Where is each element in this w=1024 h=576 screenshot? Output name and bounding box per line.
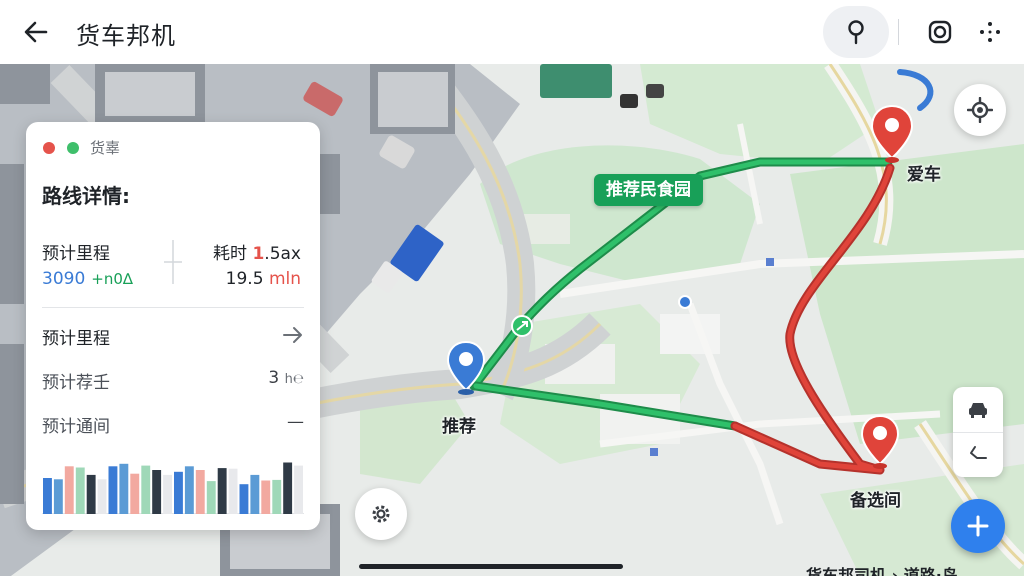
chart-bar bbox=[53, 479, 63, 514]
chart-bar bbox=[152, 470, 162, 514]
expand-dot[interactable] bbox=[67, 142, 79, 154]
duration-unit: mln bbox=[268, 269, 301, 289]
duration-label-suffix: .5ax bbox=[264, 244, 301, 264]
start-pin-icon[interactable] bbox=[446, 340, 486, 396]
duration-label-highlight: 1 bbox=[252, 244, 265, 264]
car-icon bbox=[969, 402, 987, 418]
row-estimated-time[interactable]: 预计荐壬 3 h℮ bbox=[42, 364, 304, 394]
close-dot[interactable] bbox=[43, 142, 55, 154]
chart-bar bbox=[217, 468, 227, 514]
chart-bar bbox=[130, 473, 140, 514]
chart-bar bbox=[174, 471, 183, 514]
location-pin-button[interactable] bbox=[823, 6, 889, 58]
row-value-unit: h℮ bbox=[284, 372, 304, 387]
add-button[interactable] bbox=[951, 499, 1005, 553]
plus-icon bbox=[967, 515, 989, 537]
row-estimated-distance[interactable]: 预计里程 bbox=[42, 320, 304, 350]
chart-bar bbox=[97, 479, 107, 514]
plus-divider-icon bbox=[164, 240, 182, 284]
alternate-label: 备选间 bbox=[850, 491, 901, 511]
traffic-bar-chart bbox=[42, 462, 304, 514]
arrow-right-icon bbox=[283, 327, 302, 343]
panel-divider bbox=[42, 307, 304, 308]
alternate-pin-icon[interactable] bbox=[860, 414, 900, 470]
crosshair-icon bbox=[967, 97, 993, 123]
destination-label: 爱车 bbox=[907, 165, 941, 185]
destination-pin-icon[interactable] bbox=[870, 104, 914, 164]
duration-label: 耗时 1.5ax bbox=[213, 239, 301, 264]
row-label: 预计荐壬 bbox=[42, 373, 110, 393]
app-title: 货车邦机 bbox=[76, 22, 176, 50]
chart-bar bbox=[195, 470, 205, 514]
row-value-number: 3 bbox=[268, 368, 285, 388]
distance-value: 3090 +n0∆ bbox=[42, 269, 133, 289]
chart-bar bbox=[184, 466, 194, 514]
map-tools-stack bbox=[953, 387, 1003, 477]
gear-icon bbox=[372, 505, 390, 523]
duration-value: 19.5 mln bbox=[226, 269, 301, 289]
distance-label: 预计里程 bbox=[42, 244, 110, 264]
row-label: 预计通间 bbox=[42, 417, 110, 437]
chart-bar bbox=[141, 465, 151, 514]
row-label: 预计里程 bbox=[42, 329, 110, 349]
camera-icon bbox=[928, 20, 952, 44]
duration-label-prefix: 耗时 bbox=[213, 244, 253, 264]
row-value: — bbox=[287, 412, 304, 432]
chart-bar bbox=[283, 462, 293, 514]
chart-bar bbox=[64, 466, 74, 514]
route-detail-panel: 货辜 路线详情: 预计里程 3090 +n0∆ 耗时 1.5ax 19.5 mln… bbox=[26, 122, 320, 530]
more-dots-icon bbox=[980, 22, 1000, 42]
row-estimated-passage[interactable]: 预计通间 — bbox=[42, 408, 304, 438]
turn-left-icon bbox=[970, 446, 987, 459]
panel-heading: 路线详情: bbox=[42, 184, 130, 208]
chart-bar bbox=[250, 474, 260, 514]
distance-number: 3090 bbox=[42, 269, 86, 289]
back-button[interactable] bbox=[18, 14, 54, 50]
map-settings-button[interactable] bbox=[355, 488, 407, 540]
recommended-route-chip[interactable]: 推荐民食园 bbox=[594, 174, 703, 206]
app-bar-divider bbox=[898, 19, 899, 45]
panel-tag: 货辜 bbox=[90, 139, 121, 157]
chart-bar bbox=[261, 480, 271, 514]
home-indicator[interactable] bbox=[359, 564, 623, 569]
bottom-caption: 货车邦司机 › 道路·鸟 bbox=[806, 566, 958, 576]
chart-bar bbox=[43, 478, 52, 514]
locate-button[interactable] bbox=[954, 84, 1006, 136]
chart-bar bbox=[86, 474, 96, 514]
chart-bar bbox=[228, 468, 238, 514]
duration-number: 19.5 bbox=[225, 269, 269, 289]
chart-bar bbox=[239, 484, 249, 514]
app-bar: 货车邦机 bbox=[0, 0, 1024, 64]
chart-bar bbox=[163, 474, 172, 514]
chart-bar bbox=[108, 466, 118, 514]
chart-bar bbox=[75, 467, 85, 514]
row-value: 3 h℮ bbox=[268, 368, 304, 388]
more-button[interactable] bbox=[972, 14, 1008, 50]
start-label: 推荐 bbox=[442, 417, 476, 437]
location-pin-icon bbox=[848, 20, 864, 45]
chart-bar bbox=[272, 479, 282, 514]
truck-mode-button[interactable] bbox=[953, 387, 1003, 432]
back-arrow-icon bbox=[24, 21, 48, 43]
chart-bar bbox=[294, 465, 303, 514]
camera-button[interactable] bbox=[922, 14, 958, 50]
distance-delta: +n0∆ bbox=[91, 270, 133, 288]
turn-guide-button[interactable] bbox=[953, 432, 1003, 477]
chart-bar bbox=[119, 463, 129, 514]
chart-bar bbox=[206, 481, 216, 514]
